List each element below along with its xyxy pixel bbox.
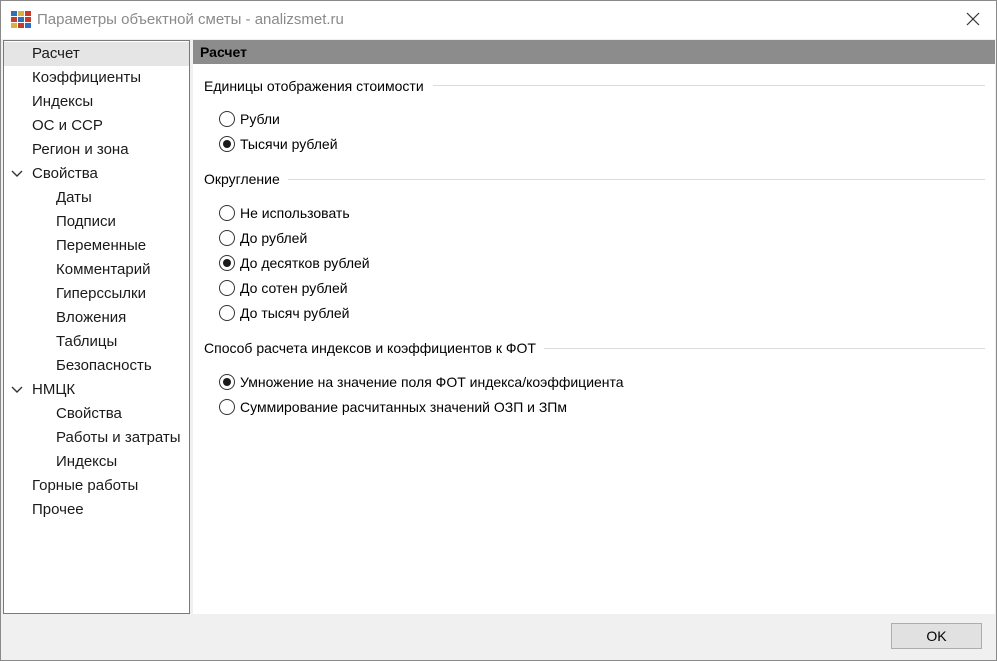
tree-item-hyperlinks[interactable]: Гиперссылки bbox=[56, 282, 146, 306]
tree-item-label: Таблицы bbox=[56, 333, 118, 350]
close-icon bbox=[966, 12, 980, 29]
tree-item-label: Коэффициенты bbox=[32, 69, 142, 86]
radio-round-rubles[interactable]: До рублей bbox=[219, 228, 307, 248]
radio-round-tens[interactable]: До десятков рублей bbox=[219, 253, 370, 273]
tree-item-label: ОС и ССР bbox=[32, 117, 103, 134]
tree-item-variables[interactable]: Переменные bbox=[56, 234, 146, 258]
radio-no-rounding[interactable]: Не использовать bbox=[219, 203, 350, 223]
group-title-fot-method: Способ расчета индексов и коэффициентов … bbox=[204, 338, 544, 358]
tree-item-works-costs[interactable]: Работы и затраты bbox=[56, 426, 181, 450]
radio-indicator bbox=[219, 230, 235, 246]
radio-label: До сотен рублей bbox=[240, 280, 348, 296]
tree-item-mining[interactable]: Горные работы bbox=[32, 474, 138, 498]
tree-item-label: Вложения bbox=[56, 309, 127, 326]
tree-item-nmck[interactable]: НМЦК bbox=[32, 378, 75, 402]
tree-item-nmck-properties[interactable]: Свойства bbox=[56, 402, 122, 426]
radio-indicator bbox=[219, 255, 235, 271]
tree-item-attachments[interactable]: Вложения bbox=[56, 306, 126, 330]
radio-indicator bbox=[219, 399, 235, 415]
radio-multiply-fot[interactable]: Умножение на значение поля ФОТ индекса/к… bbox=[219, 372, 624, 392]
tree-item-coefficients[interactable]: Коэффициенты bbox=[32, 66, 141, 90]
group-divider bbox=[533, 348, 985, 349]
tree-item-label: Расчет bbox=[32, 45, 80, 62]
group-title-cost-units: Единицы отображения стоимости bbox=[204, 76, 432, 96]
radio-label: Суммирование расчитанных значений ОЗП и … bbox=[240, 399, 567, 415]
tree-item-label: Работы и затраты bbox=[56, 429, 181, 446]
radio-indicator bbox=[219, 136, 235, 152]
tree-item-other[interactable]: Прочее bbox=[32, 498, 84, 522]
tree-item-properties[interactable]: Свойства bbox=[32, 162, 98, 186]
tree-item-raschet[interactable]: Расчет bbox=[4, 42, 189, 66]
radio-round-thousands[interactable]: До тысяч рублей bbox=[219, 303, 350, 323]
radio-label: Рубли bbox=[240, 111, 280, 127]
tree-item-label: Горные работы bbox=[32, 477, 139, 494]
tree-item-region-zone[interactable]: Регион и зона bbox=[32, 138, 129, 162]
window-title: Параметры объектной сметы - analizsmet.r… bbox=[37, 11, 344, 28]
group-divider bbox=[433, 85, 985, 86]
radio-round-hundreds[interactable]: До сотен рублей bbox=[219, 278, 348, 298]
radio-indicator bbox=[219, 280, 235, 296]
radio-indicator bbox=[219, 111, 235, 127]
tree-item-label: НМЦК bbox=[32, 381, 76, 398]
tree-item-security[interactable]: Безопасность bbox=[56, 354, 152, 378]
tree-item-signatures[interactable]: Подписи bbox=[56, 210, 116, 234]
radio-indicator bbox=[219, 205, 235, 221]
radio-indicator bbox=[219, 374, 235, 390]
tree-item-label: Даты bbox=[56, 189, 92, 206]
radio-label: Тысячи рублей bbox=[240, 136, 338, 152]
tree-item-label: Прочее bbox=[32, 501, 84, 518]
close-button[interactable] bbox=[950, 1, 996, 39]
radio-label: До рублей bbox=[240, 230, 308, 246]
tree-item-dates[interactable]: Даты bbox=[56, 186, 92, 210]
group-title-rounding: Округление bbox=[204, 169, 288, 189]
tree-item-os-ssr[interactable]: ОС и ССР bbox=[32, 114, 103, 138]
tree-item-label: Безопасность bbox=[56, 357, 152, 374]
tree-item-label: Переменные bbox=[56, 237, 147, 254]
ok-button[interactable]: OK bbox=[891, 623, 982, 649]
chevron-down-icon[interactable] bbox=[11, 162, 23, 186]
tree-item-label: Свойства bbox=[32, 165, 98, 182]
tree-item-label: Индексы bbox=[32, 93, 94, 110]
options-dialog: Параметры объектной сметы - analizsmet.r… bbox=[0, 0, 997, 661]
tree-item-tables[interactable]: Таблицы bbox=[56, 330, 117, 354]
tree-item-label: Свойства bbox=[56, 405, 122, 422]
radio-label: До десятков рублей bbox=[240, 255, 370, 271]
dialog-footer: OK bbox=[1, 614, 996, 660]
tree-item-nmck-indexes[interactable]: Индексы bbox=[56, 450, 117, 474]
tree-item-label: Подписи bbox=[56, 213, 116, 230]
title-bar: Параметры объектной сметы - analizsmet.r… bbox=[1, 1, 996, 39]
tree-item-comment[interactable]: Комментарий bbox=[56, 258, 150, 282]
settings-content-panel: Расчет Единицы отображения стоимости Руб… bbox=[193, 40, 995, 614]
radio-thousand-rubles[interactable]: Тысячи рублей bbox=[219, 134, 338, 154]
radio-label: Не использовать bbox=[240, 205, 350, 221]
radio-indicator bbox=[219, 305, 235, 321]
radio-rubles[interactable]: Рубли bbox=[219, 109, 280, 129]
app-grid-icon bbox=[11, 11, 31, 29]
page-title: Расчет bbox=[193, 40, 995, 64]
radio-label: Умножение на значение поля ФОТ индекса/к… bbox=[240, 374, 624, 390]
chevron-down-icon[interactable] bbox=[11, 378, 23, 402]
radio-label: До тысяч рублей bbox=[240, 305, 350, 321]
group-divider bbox=[283, 179, 985, 180]
tree-item-label: Регион и зона bbox=[32, 141, 129, 158]
tree-item-label: Гиперссылки bbox=[56, 285, 146, 302]
tree-item-label: Индексы bbox=[56, 453, 118, 470]
tree-item-indexes[interactable]: Индексы bbox=[32, 90, 93, 114]
settings-nav-tree[interactable]: Расчет Коэффициенты Индексы ОС и ССР Рег… bbox=[3, 40, 190, 614]
tree-item-label: Комментарий bbox=[56, 261, 151, 278]
radio-sum-ozp-zpm[interactable]: Суммирование расчитанных значений ОЗП и … bbox=[219, 397, 567, 417]
